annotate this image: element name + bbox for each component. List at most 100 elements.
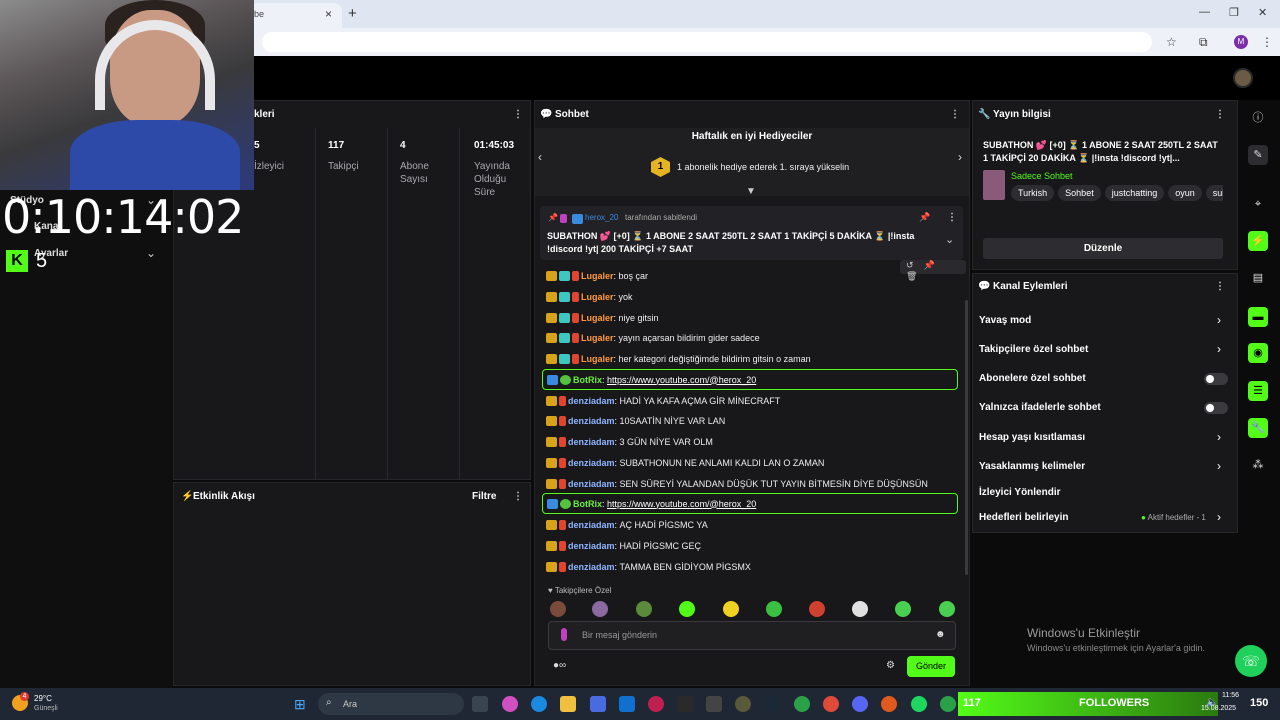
- chat-username[interactable]: denziadam: [568, 396, 615, 406]
- extensions-icon[interactable]: ⧉: [1199, 35, 1208, 50]
- emote-icon[interactable]: [592, 601, 608, 617]
- taskview-icon[interactable]: [472, 696, 488, 712]
- chat-username[interactable]: denziadam: [568, 541, 615, 551]
- chat-message[interactable]: denziadam: SEN SÜREYİ YALANDAN DÜŞÜK TUT…: [546, 474, 928, 493]
- chat-message[interactable]: denziadam: TAMMA BEN GİDİYOM PİGSMX: [546, 557, 751, 576]
- user-avatar[interactable]: [1233, 68, 1253, 88]
- stream-info-menu-icon[interactable]: ⋮: [1215, 109, 1225, 120]
- layout-icon[interactable]: ☰: [1248, 381, 1268, 401]
- firefox-icon[interactable]: [881, 696, 897, 712]
- chat-username[interactable]: Lugaler: [581, 313, 614, 323]
- chat-menu-icon[interactable]: ⋮: [950, 109, 960, 120]
- epic-icon[interactable]: [677, 696, 693, 712]
- profile-avatar[interactable]: M: [1234, 35, 1248, 49]
- chevron-down-icon[interactable]: ⌄: [146, 246, 156, 260]
- send-button[interactable]: Gönder: [907, 656, 955, 677]
- mm-icon[interactable]: [706, 696, 722, 712]
- emoji-icon[interactable]: ☻: [935, 629, 946, 640]
- emote-icon[interactable]: [852, 601, 868, 617]
- activity-filter-button[interactable]: Filtre: [472, 491, 496, 502]
- app-icon[interactable]: [735, 696, 751, 712]
- taskbar-search[interactable]: [318, 693, 464, 715]
- chat-message[interactable]: BotRix: https://www.youtube.com/@herox_2…: [542, 369, 958, 390]
- apps-icon[interactable]: ⁂: [1248, 455, 1268, 475]
- bookmark-star-icon[interactable]: ☆: [1166, 35, 1177, 49]
- emote-icon[interactable]: [895, 601, 911, 617]
- edit-icon[interactable]: ✎: [1248, 145, 1268, 165]
- new-tab-icon[interactable]: +: [348, 5, 357, 22]
- opera-icon[interactable]: [648, 696, 664, 712]
- chrome-icon[interactable]: [940, 696, 956, 712]
- toggle-switch[interactable]: [1204, 373, 1228, 385]
- chat-message[interactable]: Lugaler: yayın açarsan bildirim gider sa…: [546, 328, 760, 347]
- copilot-icon[interactable]: [502, 696, 518, 712]
- info-icon[interactable]: ⓘ: [1248, 108, 1268, 128]
- activity-menu-icon[interactable]: ⋮: [513, 491, 523, 502]
- support-icon[interactable]: ☏: [1235, 645, 1267, 677]
- chevron-right-icon[interactable]: ›: [958, 150, 962, 164]
- stats-menu-icon[interactable]: ⋮: [513, 109, 523, 120]
- chat-icon[interactable]: ▬: [1248, 307, 1268, 327]
- chevron-right-icon[interactable]: ›: [1217, 313, 1221, 327]
- emote-icon[interactable]: [636, 601, 652, 617]
- category-name[interactable]: Sadece Sohbet: [1011, 171, 1073, 181]
- emote-icon[interactable]: [766, 601, 782, 617]
- discord-icon[interactable]: [852, 696, 868, 712]
- steam-icon[interactable]: [765, 696, 781, 712]
- expand-icon[interactable]: ⌄: [945, 233, 954, 246]
- channel-actions-menu-icon[interactable]: ⋮: [1215, 281, 1225, 292]
- minimize-icon[interactable]: —: [1199, 6, 1210, 18]
- wrench-icon[interactable]: 🔧: [1248, 418, 1268, 438]
- chat-username[interactable]: denziadam: [568, 562, 615, 572]
- chat-tools-icon[interactable]: ●∞: [553, 660, 566, 671]
- tab-close-icon[interactable]: ×: [325, 7, 332, 21]
- outlook-icon[interactable]: [619, 696, 635, 712]
- spotify-icon[interactable]: [911, 696, 927, 712]
- collapse-icon[interactable]: ▼: [746, 186, 756, 197]
- chat-username[interactable]: Lugaler: [581, 333, 614, 343]
- emote-icon[interactable]: [550, 601, 566, 617]
- chat-message[interactable]: denziadam: SUBATHONUN NE ANLAMI KALDI LA…: [546, 453, 824, 472]
- toggle-switch[interactable]: [1204, 402, 1228, 414]
- broadcast-icon[interactable]: ◉: [1248, 343, 1268, 363]
- chat-username[interactable]: denziadam: [568, 458, 615, 468]
- channel-action-item[interactable]: Hedefleri belirleyin: [979, 512, 1068, 523]
- chat-username[interactable]: Lugaler: [581, 271, 614, 281]
- pinned-menu-icon[interactable]: ⋮: [947, 212, 957, 223]
- chrome-icon[interactable]: [794, 696, 810, 712]
- chat-message[interactable]: Lugaler: boş çar: [546, 266, 648, 285]
- chat-message[interactable]: Lugaler: her kategori değiştiğimde bildi…: [546, 349, 811, 368]
- chat-message[interactable]: denziadam: 10SAATİN NİYE VAR LAN: [546, 411, 725, 430]
- channel-action-item[interactable]: Abonelere özel sohbet: [979, 373, 1086, 384]
- emote-icon[interactable]: [809, 601, 825, 617]
- chat-scrollbar[interactable]: [965, 300, 968, 575]
- chat-username[interactable]: denziadam: [568, 437, 615, 447]
- chat-message[interactable]: Lugaler: niye gitsin: [546, 308, 659, 327]
- channel-action-item[interactable]: İzleyici Yönlendir: [979, 487, 1061, 498]
- message-actions[interactable]: ↺📌🗑: [900, 260, 966, 281]
- edit-stream-button[interactable]: Düzenle: [983, 238, 1223, 259]
- chevron-right-icon[interactable]: ›: [1217, 510, 1221, 524]
- chat-username[interactable]: denziadam: [568, 479, 615, 489]
- channel-action-item[interactable]: Yavaş mod: [979, 315, 1031, 326]
- chat-message[interactable]: denziadam: AÇ HADİ PİGSMC YA: [546, 515, 708, 534]
- chat-username[interactable]: denziadam: [568, 520, 615, 530]
- chat-username[interactable]: BotRix: [573, 375, 602, 385]
- chevron-right-icon[interactable]: ›: [1217, 342, 1221, 356]
- channel-action-item[interactable]: Yasaklanmış kelimeler: [979, 461, 1085, 472]
- restore-icon[interactable]: ❐: [1229, 6, 1239, 19]
- capture-icon[interactable]: ⌖: [1248, 194, 1268, 214]
- chat-message[interactable]: denziadam: 3 GÜN NİYE VAR OLM: [546, 432, 713, 451]
- emote-icon[interactable]: [679, 601, 695, 617]
- emote-icon[interactable]: [723, 601, 739, 617]
- clipboard-icon[interactable]: ▤: [1248, 268, 1268, 288]
- chat-username[interactable]: Lugaler: [581, 354, 614, 364]
- windows-start-icon[interactable]: ⊞: [294, 696, 306, 713]
- edge-icon[interactable]: [531, 696, 547, 712]
- chrome-alt-icon[interactable]: [823, 696, 839, 712]
- chevron-left-icon[interactable]: ‹: [538, 150, 542, 164]
- channel-action-item[interactable]: Yalnızca ifadelerle sohbet: [979, 402, 1101, 413]
- address-bar[interactable]: [262, 32, 1152, 52]
- explorer-icon[interactable]: [560, 696, 576, 712]
- window-close-icon[interactable]: ✕: [1258, 6, 1267, 19]
